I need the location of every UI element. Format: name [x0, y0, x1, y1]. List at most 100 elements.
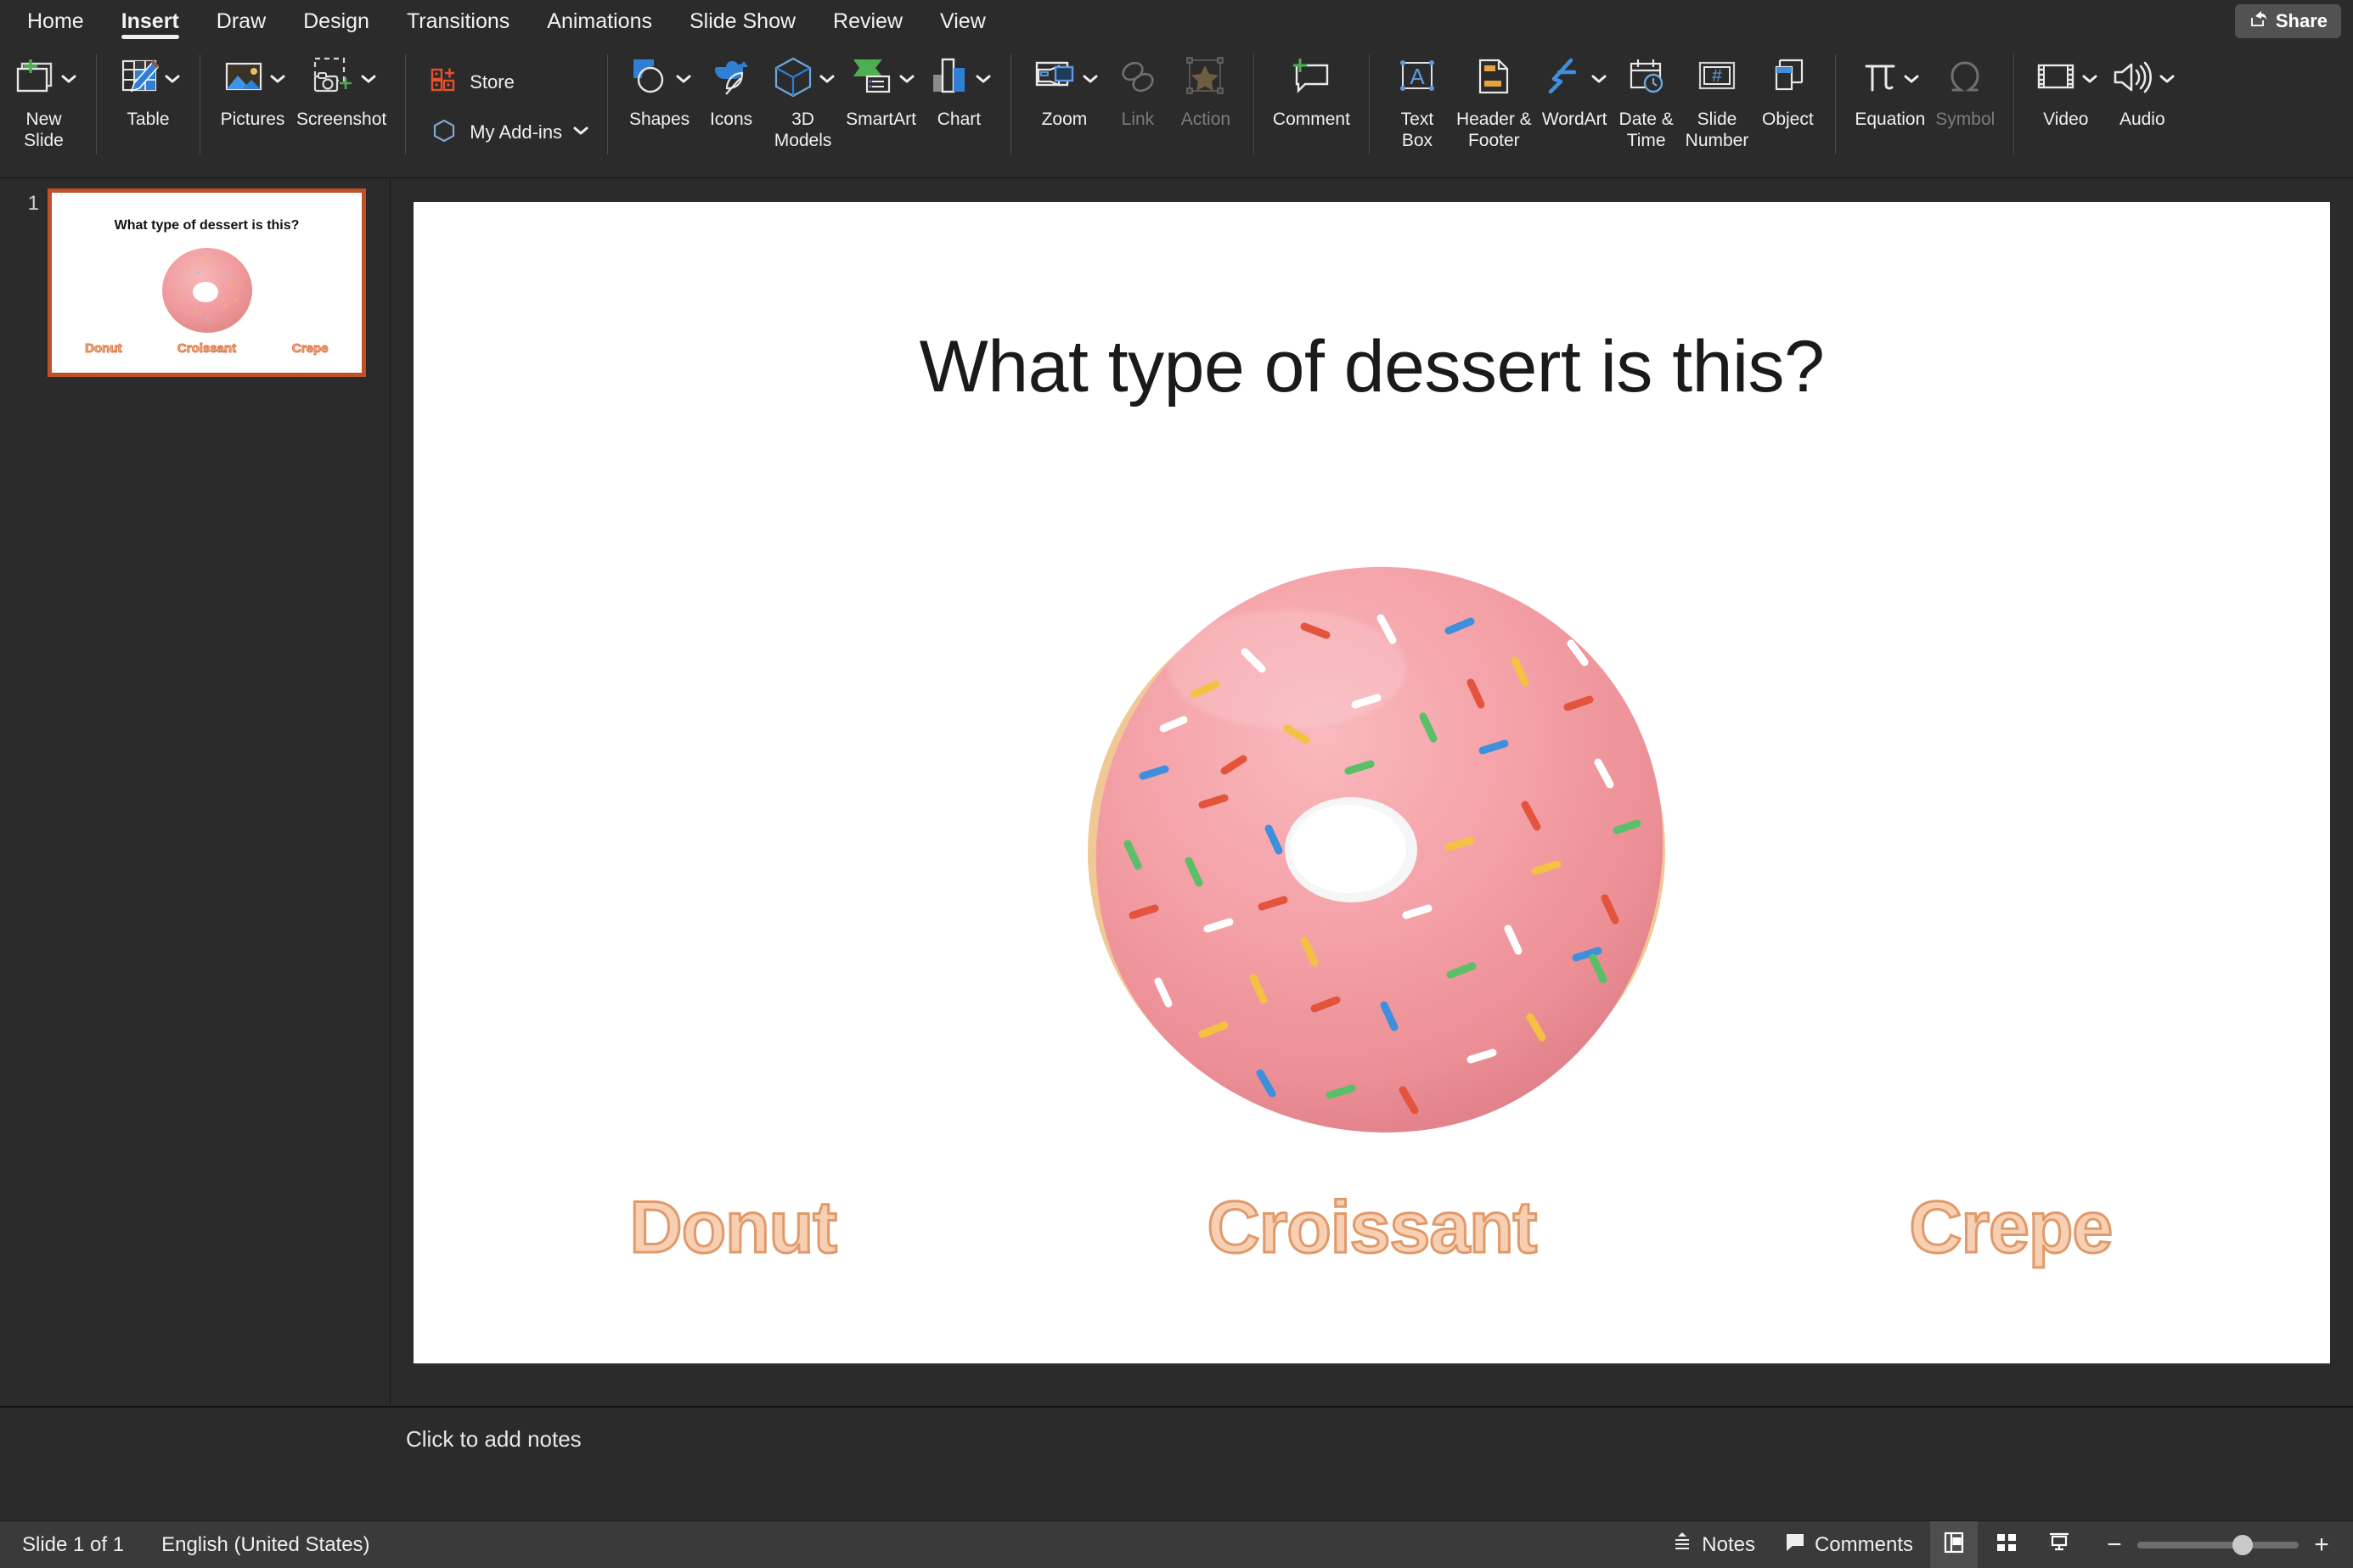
chevron-down-icon[interactable] [819, 53, 836, 105]
video-icon [2033, 57, 2079, 102]
share-button[interactable]: Share [2234, 4, 2341, 38]
view-slide-sorter-button[interactable] [1983, 1521, 2030, 1568]
notes-label: Notes [1702, 1532, 1755, 1556]
chevron-down-icon[interactable] [675, 53, 692, 105]
zoom-slider[interactable] [2137, 1534, 2299, 1555]
donut-image[interactable] [1050, 516, 1695, 1149]
slide-canvas[interactable]: What type of dessert is this? Donut Croi… [414, 202, 2330, 1363]
thumbnail-option: Donut [85, 341, 122, 357]
notes-placeholder[interactable]: Click to add notes [391, 1408, 2353, 1453]
link-button[interactable]: Link [1104, 48, 1172, 130]
store-label: Store [470, 70, 515, 93]
notes-toggle-button[interactable]: Notes [1659, 1521, 1767, 1568]
tab-label: View [940, 8, 986, 33]
chevron-down-icon[interactable] [360, 53, 377, 105]
chart-button[interactable]: Chart [921, 48, 997, 130]
slide-option-crepe[interactable]: Crepe [1692, 1186, 2330, 1270]
tab-draw[interactable]: Draw [198, 0, 284, 42]
tab-slide-show[interactable]: Slide Show [671, 0, 814, 42]
chevron-down-icon[interactable] [269, 53, 286, 105]
my-addins-button[interactable]: My Add-ins [425, 112, 594, 152]
comments-toggle-button[interactable]: Comments [1772, 1521, 1925, 1568]
thumbnail-number: 1 [27, 192, 39, 215]
header-footer-button[interactable]: Header & Footer [1451, 48, 1537, 151]
ribbon-separator [1252, 54, 1254, 155]
wordart-label: WordArt [1541, 110, 1607, 129]
tab-label: Home [27, 8, 84, 33]
status-bar: Slide 1 of 1 English (United States) Not… [0, 1520, 2353, 1568]
comment-button[interactable]: Comment [1268, 48, 1355, 130]
zoom-out-button[interactable]: − [2105, 1531, 2124, 1557]
tab-view[interactable]: View [921, 0, 1005, 42]
tab-animations[interactable]: Animations [528, 0, 671, 42]
icons-button[interactable]: Icons [697, 48, 765, 130]
slide-option-donut[interactable]: Donut [414, 1186, 1052, 1270]
thumbnail-row[interactable]: 1 What type of dessert is this? Donut Cr… [0, 188, 390, 377]
chevron-down-icon[interactable] [2159, 53, 2176, 105]
equation-button[interactable]: Equation [1849, 48, 1930, 130]
calendar-clock-icon [1624, 55, 1669, 104]
store-button[interactable]: Store [425, 62, 594, 102]
view-reading-button[interactable] [2035, 1521, 2083, 1568]
thumbnail-title: What type of dessert is this? [114, 218, 300, 233]
object-button[interactable]: Object [1753, 48, 1821, 130]
chevron-down-icon[interactable] [573, 125, 588, 140]
symbol-button[interactable]: Symbol [1930, 48, 2000, 130]
slide-option-croissant[interactable]: Croissant [1052, 1186, 1691, 1270]
tab-insert[interactable]: Insert [103, 0, 198, 42]
chevron-down-icon[interactable] [164, 53, 181, 105]
zoom-in-button[interactable]: + [2312, 1531, 2331, 1557]
screenshot-icon [307, 54, 357, 104]
smartart-button[interactable]: SmartArt [841, 48, 921, 130]
normal-view-icon [1943, 1531, 1965, 1559]
chevron-down-icon[interactable] [2081, 53, 2098, 105]
zoom-slider-thumb[interactable] [2232, 1534, 2253, 1555]
action-button[interactable]: Action [1172, 48, 1240, 130]
ribbon-group-text: A Text Box Header & Footer WordArt Date … [1378, 48, 1827, 175]
tab-transitions[interactable]: Transitions [388, 0, 528, 42]
slide-number-button[interactable]: # Slide Number [1680, 48, 1754, 151]
addins-icon [430, 115, 459, 149]
chevron-down-icon[interactable] [1903, 53, 1920, 105]
audio-button[interactable]: Audio [2103, 48, 2181, 130]
screenshot-label: Screenshot [296, 110, 387, 129]
slide-thumbnail-1[interactable]: What type of dessert is this? Donut Croi… [48, 188, 366, 377]
date-time-button[interactable]: Date & Time [1613, 48, 1680, 151]
shapes-button[interactable]: Shapes [622, 48, 697, 130]
chevron-down-icon[interactable] [898, 53, 915, 105]
text-box-button[interactable]: A Text Box [1383, 48, 1451, 151]
zoom-icon [1030, 56, 1079, 103]
video-button[interactable]: Video [2028, 48, 2103, 130]
chevron-down-icon[interactable] [60, 53, 77, 105]
language-text[interactable]: English (United States) [161, 1533, 369, 1557]
powerpoint-window: Home Insert Draw Design Transitions Anim… [0, 0, 2353, 1568]
chart-icon [926, 54, 972, 104]
tab-review[interactable]: Review [814, 0, 921, 42]
view-normal-button[interactable] [1930, 1520, 1978, 1568]
slide-number-icon: # [1694, 56, 1740, 103]
chevron-down-icon[interactable] [1082, 53, 1099, 105]
audio-label: Audio [2119, 110, 2165, 129]
slide-title-text[interactable]: What type of dessert is this? [414, 325, 2330, 409]
icons-label: Icons [709, 110, 753, 129]
tab-label: Draw [216, 8, 267, 33]
chevron-down-icon[interactable] [975, 53, 992, 105]
object-label: Object [1762, 110, 1814, 129]
3d-models-button[interactable]: 3D Models [765, 48, 841, 151]
tab-design[interactable]: Design [284, 0, 388, 42]
ribbon-separator [96, 54, 97, 155]
screenshot-button[interactable]: Screenshot [291, 48, 391, 130]
tab-home[interactable]: Home [8, 0, 103, 42]
chevron-down-icon[interactable] [1590, 53, 1607, 105]
notes-pane[interactable]: Click to add notes [0, 1406, 2353, 1520]
wordart-icon [1542, 55, 1588, 104]
zoom-button[interactable]: Zoom [1025, 48, 1104, 130]
wordart-button[interactable]: WordArt [1537, 48, 1613, 130]
ribbon-group-addins: Store My Add-ins [414, 48, 599, 175]
slide-count-text: Slide 1 of 1 [22, 1532, 125, 1556]
smartart-label: SmartArt [846, 110, 916, 129]
table-button[interactable]: Table [110, 48, 186, 130]
symbol-label: Symbol [1935, 110, 1996, 129]
new-slide-button[interactable]: New Slide [5, 48, 82, 151]
pictures-button[interactable]: Pictures [214, 48, 291, 130]
